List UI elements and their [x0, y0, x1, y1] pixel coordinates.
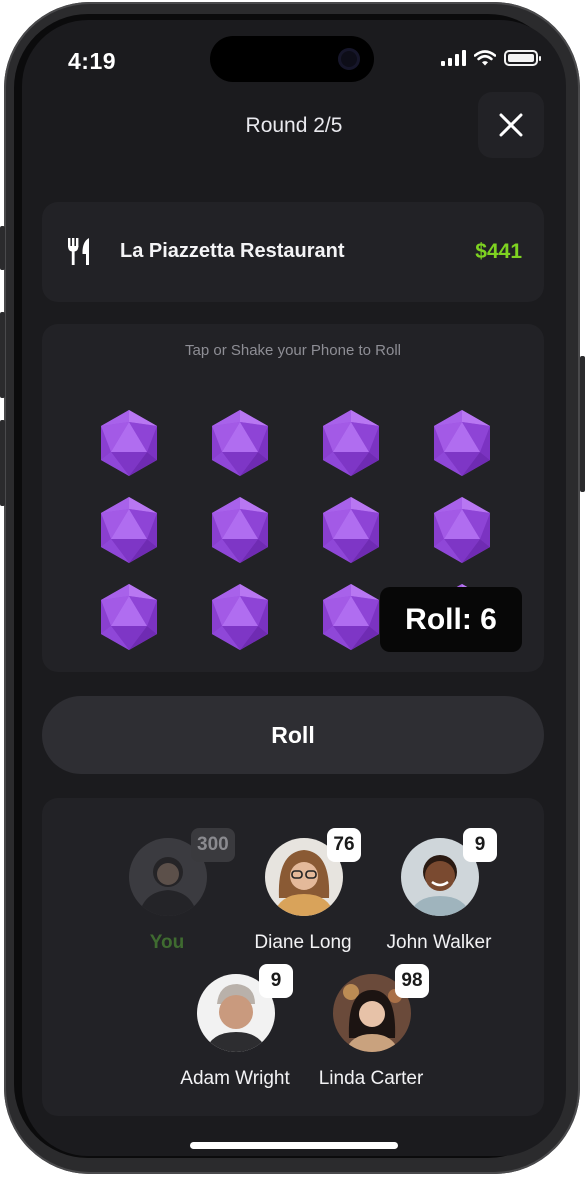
screen: 4:19 Round 2/5 La Piazzetta Restaurant $… [22, 20, 566, 1156]
players-panel: 300 You 76 Diane Long 9 John Walker 9 Ad… [42, 798, 544, 1116]
close-icon [499, 113, 523, 137]
player-john-walker[interactable]: 9 John Walker [369, 828, 509, 958]
status-icons [441, 50, 541, 66]
volume-up-button [0, 312, 5, 398]
fork-knife-icon [68, 238, 89, 265]
d20-die-icon[interactable] [319, 408, 383, 478]
d20-die-icon[interactable] [319, 582, 383, 652]
cellular-signal-icon [441, 50, 466, 66]
player-name: Diane Long [254, 932, 352, 953]
d20-die-icon[interactable] [208, 495, 272, 565]
score-badge: 76 [327, 828, 361, 862]
score-badge: 9 [463, 828, 497, 862]
roll-result-tooltip: Roll: 6 [380, 587, 522, 652]
battery-icon [504, 50, 541, 66]
restaurant-name: La Piazzetta Restaurant [120, 240, 345, 262]
player-name: Adam Wright [180, 1068, 290, 1089]
status-time: 4:19 [68, 48, 117, 74]
player-linda-carter[interactable]: 98 Linda Carter [301, 964, 441, 1094]
d20-die-icon[interactable] [208, 408, 272, 478]
d20-die-icon[interactable] [97, 582, 161, 652]
player-name: You [149, 932, 185, 953]
home-indicator[interactable] [190, 1142, 398, 1149]
player-you[interactable]: 300 You [97, 828, 237, 958]
dynamic-island [210, 36, 374, 82]
roll-hint: Tap or Shake your Phone to Roll [185, 342, 401, 359]
d20-die-icon[interactable] [430, 408, 494, 478]
close-button[interactable] [478, 92, 544, 158]
player-name: Linda Carter [318, 1068, 424, 1089]
score-badge: 300 [191, 828, 235, 862]
volume-down-button [0, 420, 5, 506]
score-badge: 98 [395, 964, 429, 998]
player-adam-wright[interactable]: 9 Adam Wright [165, 964, 305, 1094]
power-button [580, 356, 585, 492]
score-badge: 9 [259, 964, 293, 998]
d20-die-icon[interactable] [97, 408, 161, 478]
camera-icon [338, 48, 360, 70]
d20-die-icon[interactable] [430, 495, 494, 565]
player-name: John Walker [386, 932, 492, 953]
restaurant-card: La Piazzetta Restaurant $441 [42, 202, 544, 302]
d20-die-icon[interactable] [208, 582, 272, 652]
mute-switch [0, 226, 5, 270]
d20-die-icon[interactable] [319, 495, 383, 565]
roll-button[interactable]: Roll [42, 696, 544, 774]
bill-amount: $441 [475, 240, 522, 263]
wifi-icon [474, 50, 496, 66]
player-diane-long[interactable]: 76 Diane Long [233, 828, 373, 958]
d20-die-icon[interactable] [97, 495, 161, 565]
